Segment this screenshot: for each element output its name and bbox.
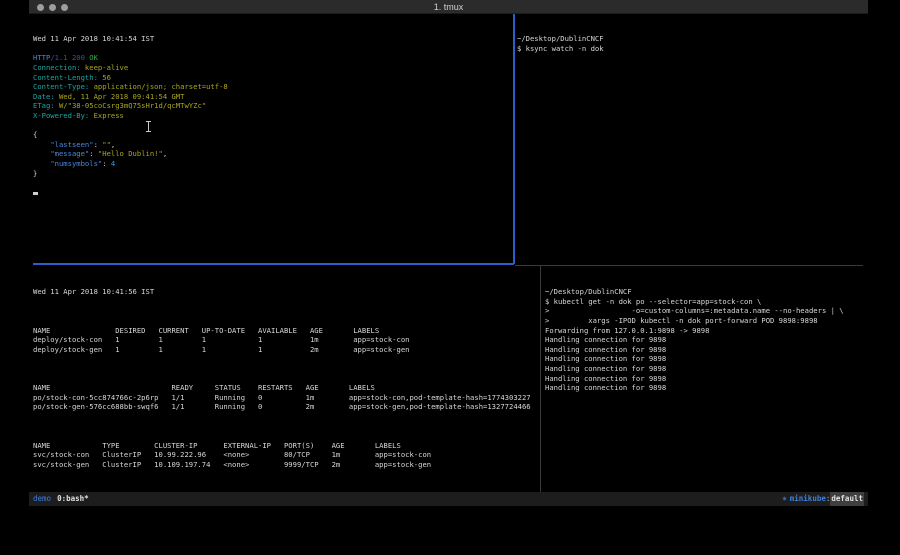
helm-wheel-icon: ⎈: [782, 492, 787, 506]
kube-context-label: minikube: [790, 492, 826, 506]
port-forward-output: ~/Desktop/DublinCNCF $ kubectl get -n do…: [545, 287, 863, 393]
http-response-output: Wed 11 Apr 2018 10:41:54 IST HTTP/1.1 20…: [33, 34, 511, 197]
kube-namespace-badge: default: [830, 492, 864, 506]
pane-kubectl-watch[interactable]: Wed 11 Apr 2018 10:41:56 IST NAME DESIRE…: [33, 268, 539, 490]
tmux-session-name: demo: [33, 492, 51, 506]
tmux-terminal: Wed 11 Apr 2018 10:41:54 IST HTTP/1.1 20…: [29, 14, 868, 492]
pane-divider-vertical-top[interactable]: [513, 14, 515, 264]
pane-http-response[interactable]: Wed 11 Apr 2018 10:41:54 IST HTTP/1.1 20…: [33, 15, 511, 263]
pane-divider-horizontal-right[interactable]: [515, 265, 863, 266]
pane-ksync[interactable]: ~/Desktop/DublinCNCF $ ksync watch -n do…: [517, 15, 863, 263]
deployments-table: NAME DESIRED CURRENT UP-TO-DATE AVAILABL…: [33, 326, 539, 355]
mouse-ibeam-cursor: [145, 121, 152, 132]
watch-timestamp: Wed 11 Apr 2018 10:41:56 IST: [33, 287, 539, 297]
terminal-window: 1. tmux Wed 11 Apr 2018 10:41:54 IST HTT…: [29, 0, 868, 506]
ksync-output: ~/Desktop/DublinCNCF $ ksync watch -n do…: [517, 34, 863, 53]
tmux-status-bar: demo 0:bash* ⎈ minikube : default: [29, 492, 868, 506]
pane-divider-vertical-bottom[interactable]: [540, 266, 541, 492]
pane-port-forward[interactable]: ~/Desktop/DublinCNCF $ kubectl get -n do…: [545, 268, 863, 490]
zoom-button[interactable]: [61, 4, 68, 11]
window-titlebar[interactable]: 1. tmux: [29, 0, 868, 14]
minimize-button[interactable]: [49, 4, 56, 11]
close-button[interactable]: [37, 4, 44, 11]
traffic-lights: [37, 0, 68, 14]
services-table: NAME TYPE CLUSTER-IP EXTERNAL-IP PORT(S)…: [33, 441, 539, 470]
tmux-window-tab[interactable]: 0:bash*: [57, 492, 89, 506]
pane-divider-horizontal-left[interactable]: [33, 263, 514, 265]
window-title: 1. tmux: [29, 0, 868, 14]
pods-table: NAME READY STATUS RESTARTS AGE LABELS po…: [33, 383, 539, 412]
